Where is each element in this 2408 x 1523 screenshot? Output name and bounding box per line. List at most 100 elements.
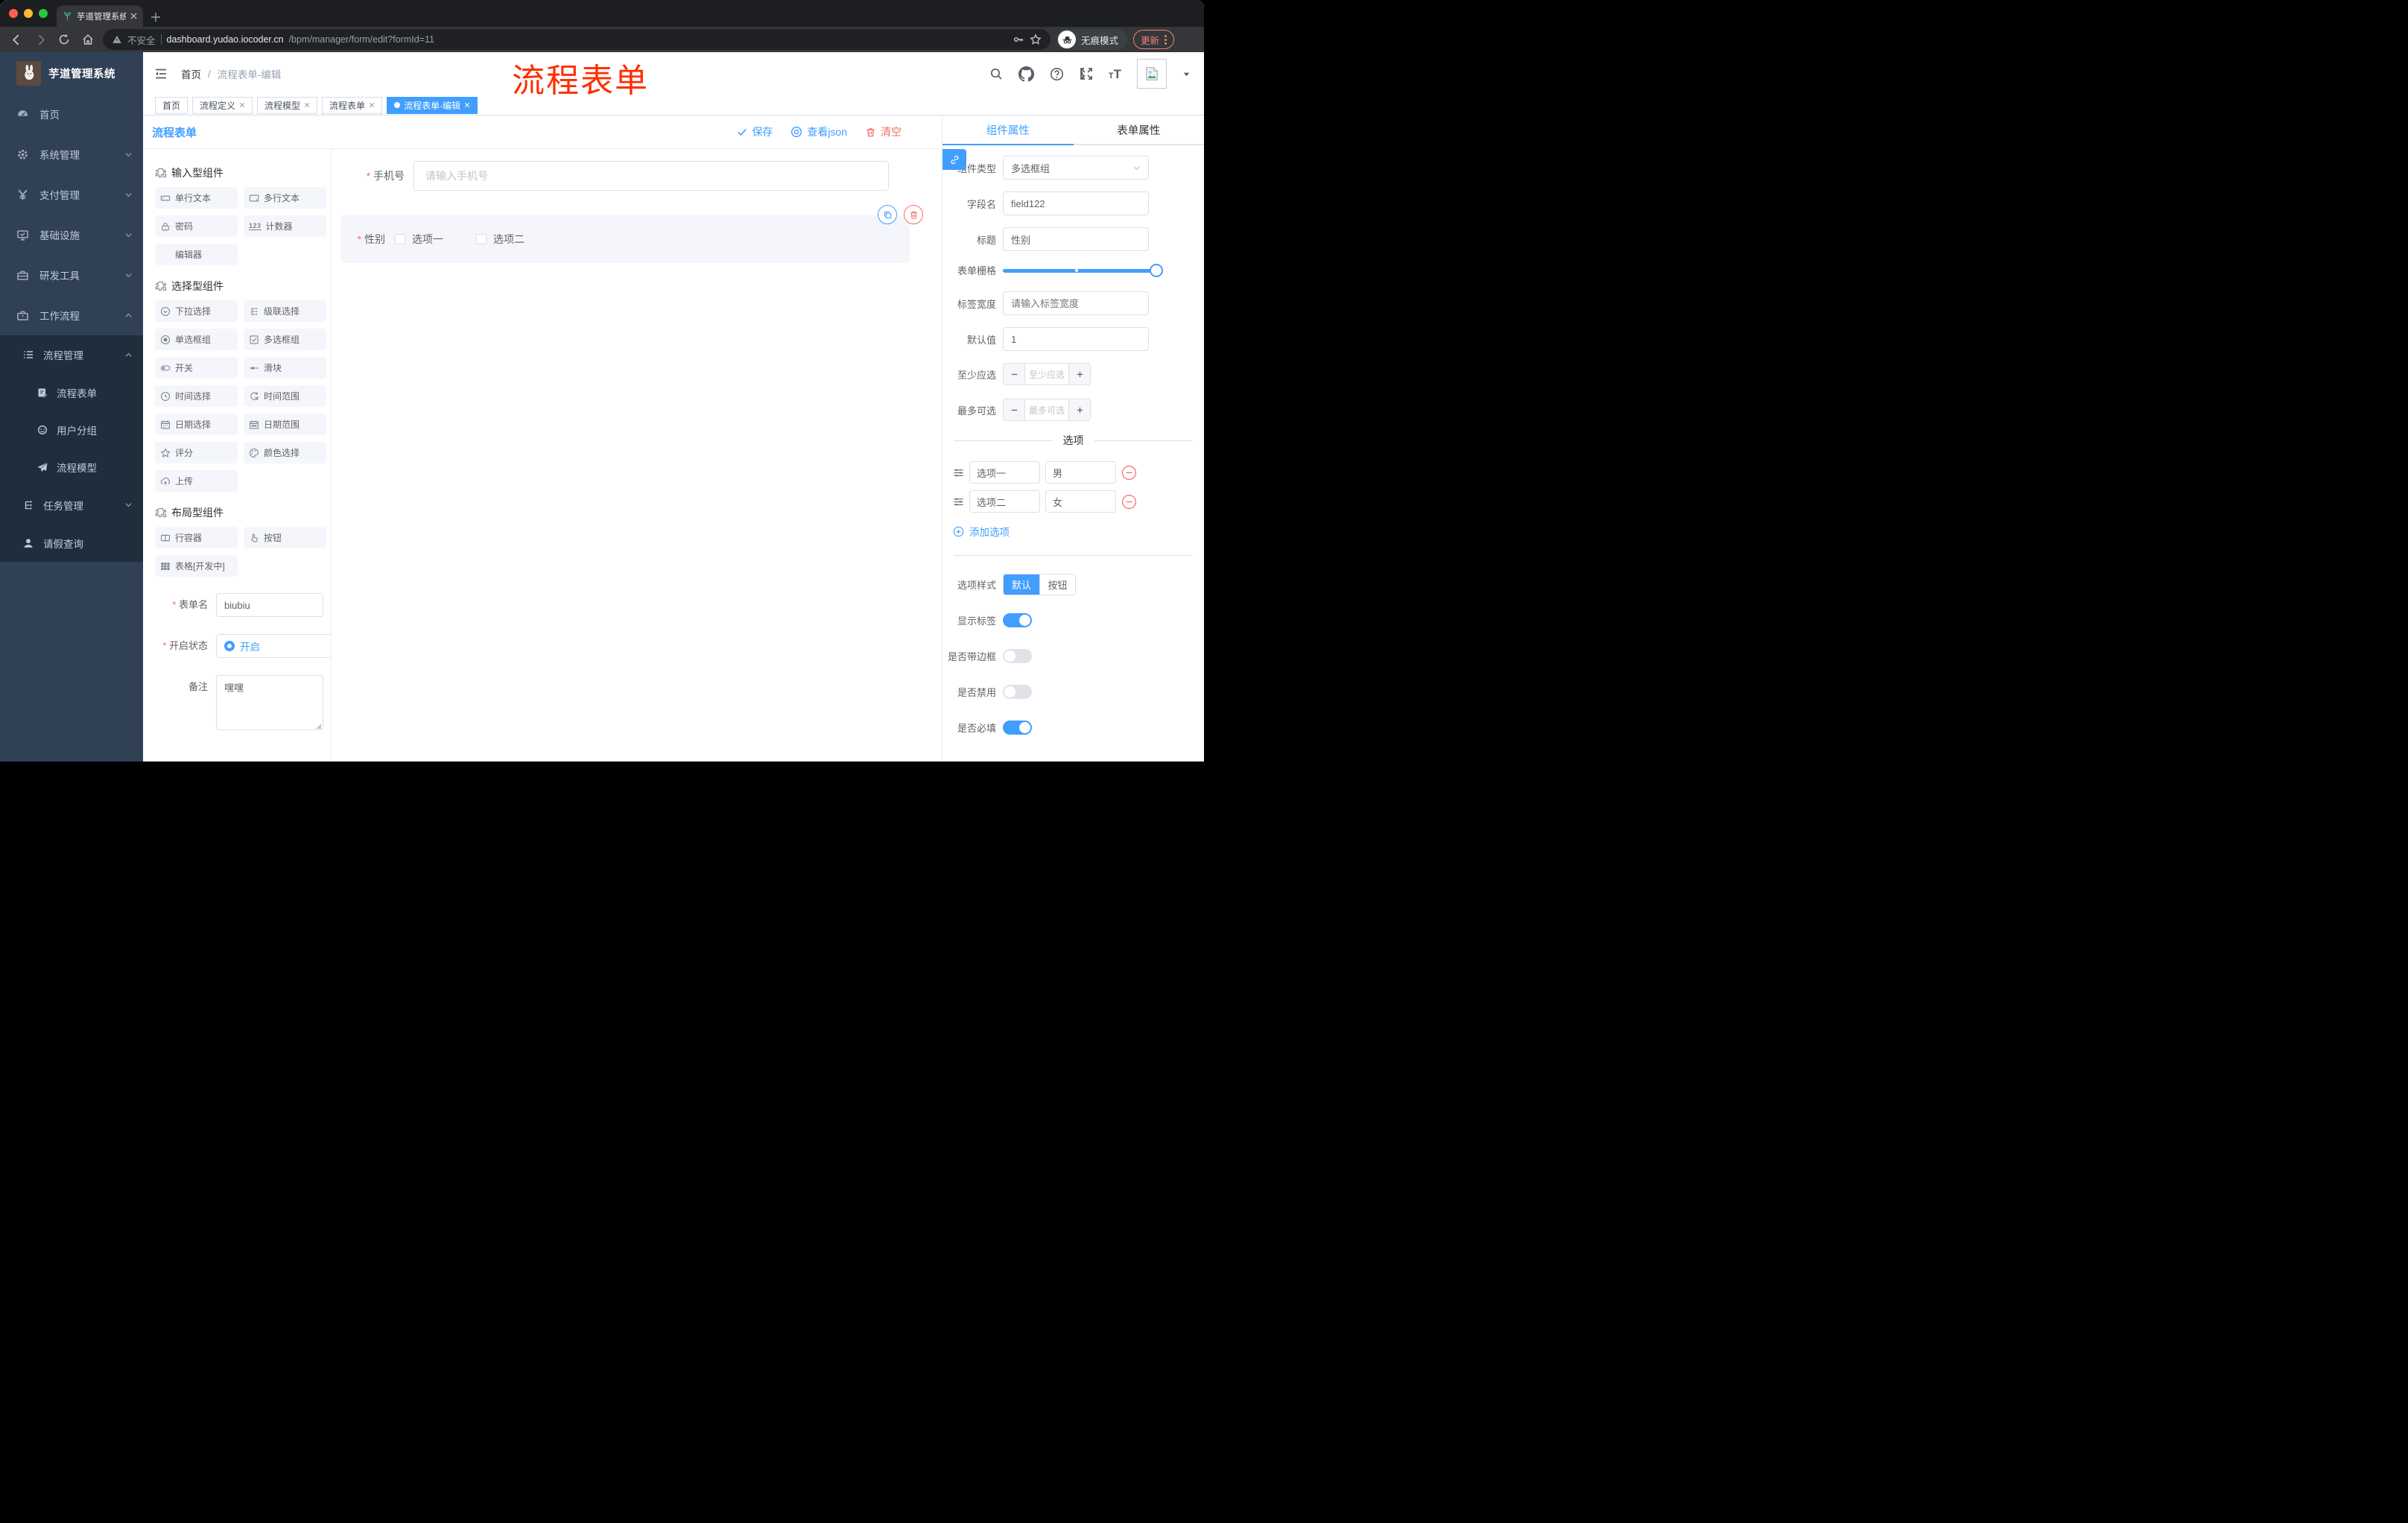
- component-type-select[interactable]: 多选框组: [1003, 156, 1149, 180]
- palette-item-time-picker[interactable]: 时间选择: [155, 385, 238, 407]
- tag-close-icon[interactable]: [239, 102, 245, 108]
- canvas-field-gender-selected[interactable]: 性别 选项一 选项二: [340, 205, 923, 263]
- url-path[interactable]: /bpm/manager/form/edit?formId=11: [289, 34, 434, 45]
- max-select-value[interactable]: 最多可选: [1025, 399, 1068, 420]
- checkbox-icon[interactable]: [476, 234, 487, 244]
- sidebar-item-workflow[interactable]: 工作流程: [0, 295, 143, 335]
- copy-component-button[interactable]: [878, 205, 897, 224]
- palette-item-button[interactable]: 按钮: [244, 527, 326, 548]
- sidebar-item-user-group[interactable]: 用户分组: [0, 411, 143, 449]
- tag-home[interactable]: 首页: [155, 96, 188, 114]
- palette-item-table[interactable]: 表格[开发中]: [155, 555, 238, 577]
- sidebar-item-home[interactable]: 首页: [0, 94, 143, 134]
- breadcrumb-home[interactable]: 首页: [181, 66, 201, 81]
- forward-button[interactable]: [31, 31, 49, 48]
- delete-component-button[interactable]: [904, 205, 923, 224]
- sidebar-item-process-model[interactable]: 流程模型: [0, 449, 143, 486]
- tag-process-form[interactable]: 流程表单: [322, 96, 383, 114]
- option-label-input[interactable]: [969, 490, 1040, 513]
- palette-item-date-range[interactable]: 日期范围: [244, 414, 326, 435]
- decrease-button[interactable]: [1004, 399, 1025, 420]
- tag-close-icon[interactable]: [369, 102, 375, 108]
- sidebar-item-system[interactable]: 系统管理: [0, 134, 143, 174]
- option-value-input[interactable]: [1045, 461, 1116, 484]
- form-grid-slider[interactable]: [1003, 263, 1163, 277]
- show-label-toggle[interactable]: [1003, 613, 1032, 627]
- sidebar-item-process-form[interactable]: 流程表单: [0, 374, 143, 411]
- increase-button[interactable]: [1068, 364, 1090, 384]
- sidebar-item-task-mgmt[interactable]: 任务管理: [0, 486, 143, 524]
- option-label-input[interactable]: [969, 461, 1040, 484]
- font-size-icon[interactable]: TT: [1109, 68, 1121, 80]
- canvas-field-phone[interactable]: 手机号 请输入手机号: [332, 161, 942, 191]
- caret-down-icon[interactable]: [1182, 70, 1191, 78]
- remove-option-button[interactable]: [1121, 494, 1137, 510]
- decrease-button[interactable]: [1004, 364, 1025, 384]
- checkbox-option-1[interactable]: 选项一: [395, 232, 443, 247]
- tab-close-icon[interactable]: [130, 13, 137, 19]
- zoom-window-button[interactable]: [39, 9, 48, 18]
- tag-process-form-edit[interactable]: 流程表单-编辑: [387, 96, 478, 114]
- drag-handle-icon[interactable]: [953, 467, 964, 478]
- title-input[interactable]: [1003, 227, 1149, 251]
- required-toggle[interactable]: [1003, 721, 1032, 735]
- update-label[interactable]: 更新: [1141, 33, 1159, 47]
- fullscreen-icon[interactable]: [1080, 67, 1093, 80]
- segment-button[interactable]: 按钮: [1039, 574, 1075, 595]
- tab-component-props[interactable]: 组件属性: [942, 115, 1074, 144]
- back-button[interactable]: [7, 31, 25, 48]
- browser-tab[interactable]: 芋道管理系统: [57, 5, 143, 27]
- sidebar-item-infra[interactable]: 基础设施: [0, 215, 143, 255]
- palette-item-rate[interactable]: 评分: [155, 442, 238, 463]
- palette-item-counter[interactable]: 123 计数器: [244, 215, 326, 237]
- phone-input[interactable]: 请输入手机号: [414, 161, 889, 191]
- palette-item-row-container[interactable]: 行容器: [155, 527, 238, 548]
- increase-button[interactable]: [1068, 399, 1090, 420]
- tab-form-props[interactable]: 表单属性: [1074, 115, 1205, 144]
- url-host[interactable]: dashboard.yudao.iocoder.cn: [167, 34, 284, 45]
- reload-button[interactable]: [55, 31, 73, 48]
- tag-close-icon[interactable]: [304, 102, 310, 108]
- sidebar-item-leave-query[interactable]: 请假查询: [0, 524, 143, 562]
- option-value-input[interactable]: [1045, 490, 1116, 513]
- sidebar-item-payment[interactable]: 支付管理: [0, 174, 143, 215]
- checkbox-option-2[interactable]: 选项二: [476, 232, 525, 247]
- remark-textarea[interactable]: 嘿嘿: [216, 675, 323, 730]
- palette-item-color-picker[interactable]: 颜色选择: [244, 442, 326, 463]
- not-secure-warning-icon[interactable]: [112, 34, 122, 45]
- remove-option-button[interactable]: [1121, 465, 1137, 481]
- tag-close-icon[interactable]: [464, 102, 470, 108]
- tag-process-definition[interactable]: 流程定义: [192, 96, 253, 114]
- add-option-button[interactable]: 添加选项: [942, 524, 1204, 539]
- search-icon[interactable]: [989, 67, 1003, 80]
- design-canvas[interactable]: 手机号 请输入手机号 性别 选项一 选项二: [332, 149, 942, 762]
- clear-button[interactable]: 清空: [865, 124, 902, 139]
- palette-item-editor[interactable]: 编辑器: [155, 244, 238, 265]
- palette-item-radio-group[interactable]: 单选框组: [155, 329, 238, 350]
- window-controls[interactable]: [9, 9, 48, 18]
- palette-item-cascader[interactable]: 级联选择: [244, 300, 326, 322]
- address-bar[interactable]: 不安全 dashboard.yudao.iocoder.cn/bpm/manag…: [103, 29, 1051, 50]
- link-tab-button[interactable]: [942, 149, 966, 170]
- segment-default[interactable]: 默认: [1004, 574, 1039, 595]
- checkbox-icon[interactable]: [395, 234, 405, 244]
- palette-item-password[interactable]: 密码: [155, 215, 238, 237]
- default-value-input[interactable]: [1003, 327, 1149, 351]
- bookmark-star-icon[interactable]: [1030, 34, 1042, 45]
- new-tab-button[interactable]: [150, 12, 161, 22]
- field-name-input[interactable]: [1003, 191, 1149, 215]
- security-label[interactable]: 不安全: [127, 33, 156, 47]
- close-window-button[interactable]: [9, 9, 18, 18]
- palette-item-date-picker[interactable]: 日期选择: [155, 414, 238, 435]
- collapse-sidebar-icon[interactable]: [153, 66, 168, 81]
- palette-item-select[interactable]: 下拉选择: [155, 300, 238, 322]
- sidebar-item-process-mgmt[interactable]: 流程管理: [0, 335, 143, 374]
- sidebar-item-devtools[interactable]: 研发工具: [0, 255, 143, 295]
- label-width-input[interactable]: [1003, 291, 1149, 315]
- form-name-input[interactable]: [216, 593, 323, 617]
- palette-item-checkbox-group[interactable]: 多选框组: [244, 329, 326, 350]
- palette-item-switch[interactable]: 开关: [155, 357, 238, 379]
- palette-item-single-text[interactable]: 单行文本: [155, 187, 238, 209]
- palette-item-upload[interactable]: 上传: [155, 470, 238, 492]
- browser-menu-icon[interactable]: [1165, 34, 1167, 45]
